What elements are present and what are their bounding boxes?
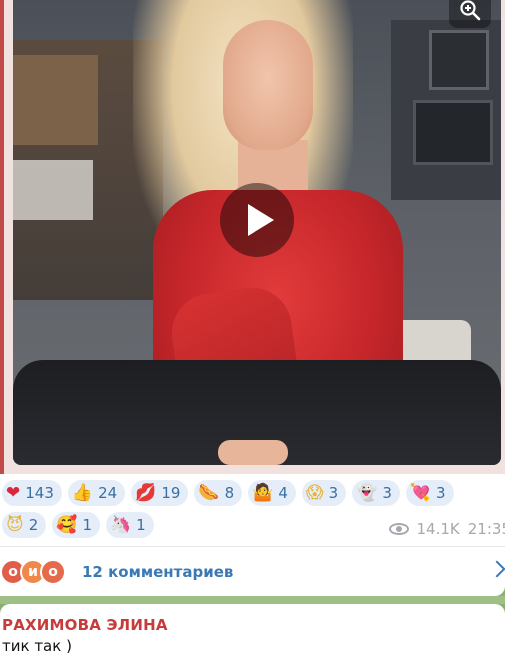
reaction-pill[interactable]: 😱 3 xyxy=(301,480,347,506)
next-message: РАХИМОВА ЭЛИНА тик так ) xyxy=(0,604,505,659)
post-meta: 14.1K 21:35 xyxy=(388,520,505,538)
reaction-count: 8 xyxy=(224,484,235,502)
reaction-count: 3 xyxy=(436,484,446,502)
reaction-pill[interactable]: 💋 19 xyxy=(131,480,189,506)
commenter-avatars: оио xyxy=(0,559,66,585)
reaction-emoji-icon: 🥰 xyxy=(56,514,78,535)
scene-box xyxy=(13,160,93,220)
views-eye-icon xyxy=(388,523,409,535)
reaction-count: 24 xyxy=(98,484,118,502)
play-button[interactable] xyxy=(220,183,294,257)
reaction-count: 19 xyxy=(161,484,181,502)
reaction-pill[interactable]: 🌭 8 xyxy=(194,480,243,506)
reaction-count: 1 xyxy=(82,516,92,534)
scene-face xyxy=(223,20,313,150)
reaction-emoji-icon: 🌭 xyxy=(198,482,220,503)
reaction-emoji-icon: ❤ xyxy=(6,482,21,503)
scene-picture-frame xyxy=(429,30,489,90)
divider xyxy=(0,546,505,547)
scene-monitor xyxy=(413,100,493,165)
reaction-emoji-icon: 😱 xyxy=(305,482,324,503)
zoom-in-button[interactable] xyxy=(449,0,491,28)
reaction-emoji-icon: 😈 xyxy=(6,514,24,535)
chevron-right-icon xyxy=(488,560,505,578)
reaction-emoji-icon: 👍 xyxy=(71,482,94,503)
reaction-count: 3 xyxy=(328,484,339,502)
scene-hand xyxy=(218,440,288,465)
reaction-pill[interactable]: 🦄 1 xyxy=(106,512,154,538)
avatar: о xyxy=(40,559,66,585)
reaction-pill[interactable]: 💘 3 xyxy=(405,480,454,506)
message-author[interactable]: РАХИМОВА ЭЛИНА xyxy=(2,616,505,634)
reaction-count: 143 xyxy=(25,484,54,502)
video-thumbnail[interactable] xyxy=(13,0,501,465)
play-icon xyxy=(248,204,274,236)
reaction-count: 1 xyxy=(136,516,146,534)
reaction-pill[interactable]: 👍 24 xyxy=(67,480,126,506)
comments-button[interactable]: оио 12 комментариев xyxy=(0,553,505,591)
reaction-pill[interactable]: 🤷 4 xyxy=(248,480,296,506)
channel-post: ❤143👍24💋19🌭8🤷4😱3👻3💘3 😈2🥰1🦄1 14.1K 21:35 … xyxy=(0,0,505,596)
chat-gap xyxy=(0,596,505,604)
zoom-in-icon xyxy=(460,0,481,21)
reaction-emoji-icon: 💋 xyxy=(135,482,157,503)
scene-box xyxy=(13,55,98,145)
reaction-emoji-icon: 🦄 xyxy=(110,514,132,535)
reaction-count: 4 xyxy=(278,484,288,502)
reaction-emoji-icon: 💘 xyxy=(409,482,432,503)
comments-label: 12 комментариев xyxy=(82,563,234,581)
reaction-emoji-icon: 👻 xyxy=(356,482,378,503)
reaction-pill[interactable]: 👻 3 xyxy=(352,480,400,506)
post-time: 21:35 xyxy=(467,520,505,538)
reaction-pill[interactable]: ❤ 143 xyxy=(2,480,62,506)
reaction-pill[interactable]: 😈 2 xyxy=(2,512,47,538)
views-count: 14.1K xyxy=(416,520,460,538)
reaction-emoji-icon: 🤷 xyxy=(252,482,274,503)
reactions-row: ❤ 143 👍 24 💋 19 🌭 8 🤷 4 😱 3 👻 3 💘 3 xyxy=(2,480,502,506)
reaction-count: 2 xyxy=(28,516,39,534)
message-text: тик так ) xyxy=(2,637,72,655)
reaction-count: 3 xyxy=(382,484,392,502)
reaction-pill[interactable]: 🥰 1 xyxy=(52,512,100,538)
